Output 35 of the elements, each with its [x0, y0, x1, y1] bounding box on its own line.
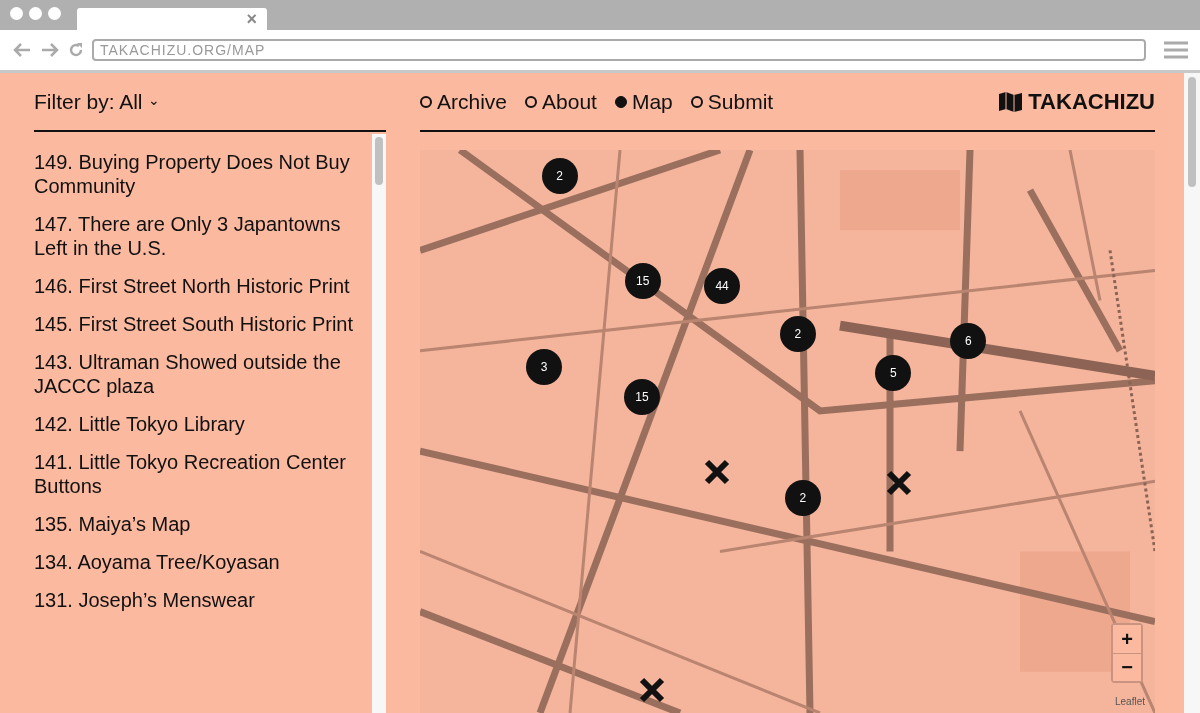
cross-marker-icon[interactable]: [638, 676, 665, 703]
attribution-link[interactable]: Leaflet: [1114, 696, 1145, 707]
logo-text[interactable]: TAKACHIZU: [1028, 88, 1155, 115]
story-link[interactable]: 143. Ultraman Showed outside the JACCC plaza: [34, 350, 372, 398]
story-link[interactable]: 149. Buying Property Does Not Buy Community: [34, 150, 372, 198]
story-link[interactable]: 141. Little Tokyo Recreation Center Buttons: [34, 450, 372, 498]
page-scrollbar[interactable]: [1184, 73, 1200, 713]
cross-marker-icon[interactable]: [886, 470, 913, 497]
story-link[interactable]: 131. Joseph’s Menswear: [34, 588, 372, 612]
filter-dropdown[interactable]: Filter by: All $^{⌄}$: [34, 89, 161, 114]
map-icon: [998, 90, 1025, 113]
cross-marker-icon[interactable]: [703, 459, 730, 486]
window-control-icon[interactable]: [10, 7, 23, 20]
story-link[interactable]: 146. First Street North Historic Print: [34, 274, 372, 298]
browser-tab[interactable]: ×: [77, 8, 267, 30]
window-control-icon[interactable]: [29, 7, 42, 20]
nav-link[interactable]: Submit: [690, 89, 774, 114]
story-link[interactable]: 142. Little Tokyo Library: [34, 412, 372, 436]
story-link[interactable]: 145. First Street South Historic Print: [34, 312, 372, 336]
window-control-icon[interactable]: [48, 7, 61, 20]
zoom-out-button[interactable]: −: [1113, 653, 1141, 681]
forward-icon[interactable]: [40, 42, 60, 58]
zoom-in-button[interactable]: +: [1113, 625, 1141, 653]
story-link[interactable]: 147. There are Only 3 Japantowns Left in the U.S.: [34, 212, 372, 260]
story-link[interactable]: 135. Maiya’s Map: [34, 512, 372, 536]
menu-icon[interactable]: [1164, 41, 1188, 59]
back-icon[interactable]: [12, 42, 32, 58]
map[interactable]: 2 15 44 2 6 3 5 15 2 + − Leaflet: [420, 150, 1155, 713]
nav-link[interactable]: About: [525, 89, 597, 114]
nav-link[interactable]: Map: [614, 89, 673, 114]
reload-icon[interactable]: [68, 42, 84, 58]
tab-close-button[interactable]: ×: [246, 10, 257, 28]
scrollbar[interactable]: [372, 134, 386, 713]
story-link[interactable]: 134. Aoyama Tree/Koyasan: [34, 550, 372, 574]
nav-link[interactable]: Archive: [420, 89, 508, 114]
